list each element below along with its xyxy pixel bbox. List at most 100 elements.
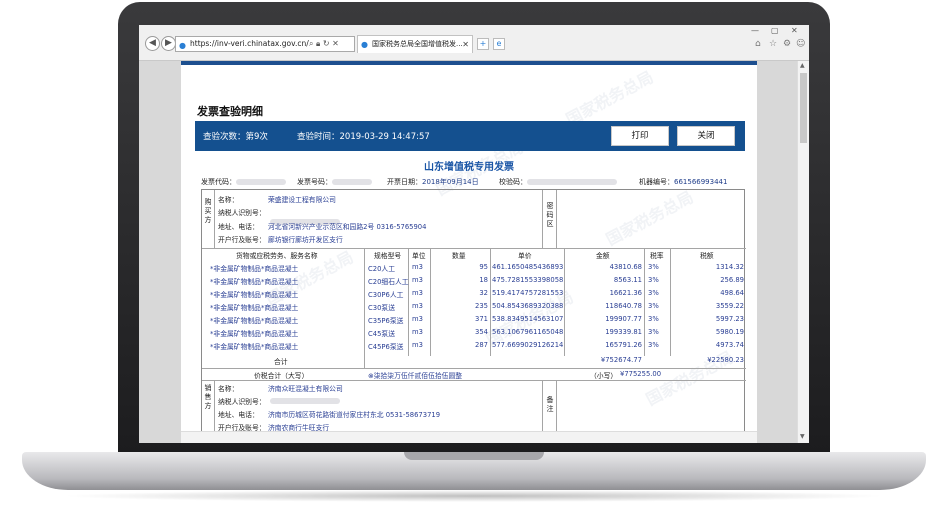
buyer-bank: 廊坊银行廊坊开发区支行 xyxy=(268,236,343,244)
cell-rate: 3% xyxy=(648,341,659,349)
forward-arrow-icon: ▶ xyxy=(165,38,172,48)
cell-unit: m3 xyxy=(412,289,423,297)
check-time: 查验时间：2019-03-29 14:47:57 xyxy=(297,132,430,142)
cell-amount: 199339.81 xyxy=(605,328,642,336)
grid-line xyxy=(214,380,215,431)
close-button[interactable]: 关闭 xyxy=(677,126,735,146)
cell-tax: 498.64 xyxy=(720,289,744,297)
refresh-icon[interactable]: ↻ xyxy=(323,39,330,48)
grid-line xyxy=(214,190,215,248)
redacted-value xyxy=(527,179,617,185)
buyer-bank-label: 开户行及账号： xyxy=(218,236,266,244)
ie-icon-button[interactable]: e xyxy=(493,38,505,50)
cell-tax: 3559.22 xyxy=(715,302,744,310)
maximize-icon[interactable]: ▢ xyxy=(771,26,779,35)
lock-icon[interactable]: 🔒︎ xyxy=(316,39,320,48)
machine-number-label: 机器编号： xyxy=(639,178,674,186)
total-label: 价税合计（大写） xyxy=(254,372,309,380)
cell-unit: m3 xyxy=(412,302,423,310)
cell-name: *非金属矿物制品*商品混凝土 xyxy=(210,317,299,325)
seller-bank: 济南农商行牛旺支行 xyxy=(268,424,330,431)
cell-price: 475.7281553398058 xyxy=(492,276,564,284)
settings-gear-icon[interactable]: ⚙ xyxy=(783,39,791,49)
redacted-value xyxy=(332,179,372,185)
cell-spec: C30泵送 xyxy=(368,304,395,312)
scroll-up-icon[interactable]: ▲ xyxy=(800,62,805,69)
cell-spec: C35P6泵送 xyxy=(368,317,404,325)
invoice-title: 山东增值税专用发票 xyxy=(424,162,514,173)
new-tab-icon: + xyxy=(479,39,487,48)
browser-tab[interactable]: ● 国家税务总局全国增值税发... ✕ xyxy=(357,35,473,53)
forward-button[interactable]: ▶ xyxy=(161,36,176,51)
cell-amount: 118640.78 xyxy=(605,302,642,310)
buyer-address: 河北省河新兴产业示范区和园路2号 0316-5765904 xyxy=(268,223,427,231)
cell-rate: 3% xyxy=(648,302,659,310)
minimize-icon[interactable]: — xyxy=(751,26,759,35)
window-close-icon[interactable]: ✕ xyxy=(791,26,798,35)
seller-name: 济南众旺混凝土有限公司 xyxy=(268,385,343,393)
table-row: *非金属矿物制品*商品混凝土 C35P6泵送 m3 371 538.8349514563… xyxy=(202,314,746,326)
cell-rate: 3% xyxy=(648,263,659,271)
seller-address: 济南市历城区荷花路街道付家庄村东北 0531-58673719 xyxy=(268,411,441,419)
close-icon[interactable]: ✕ xyxy=(332,39,339,48)
address-url: https://inv-veri.chinatax.gov.cn/ xyxy=(190,39,309,48)
cell-spec: C20细石人工 xyxy=(368,278,409,286)
horizontal-scrollbar[interactable] xyxy=(181,431,757,443)
cell-qty: 287 xyxy=(475,341,488,349)
tab-site-icon: ● xyxy=(361,40,368,49)
cell-unit: m3 xyxy=(412,341,423,349)
cell-qty: 18 xyxy=(479,276,488,284)
cell-tax: 5997.23 xyxy=(715,315,744,323)
col-rate: 税率 xyxy=(650,252,664,260)
grid-line xyxy=(202,368,746,369)
tab-close-icon[interactable]: ✕ xyxy=(462,36,469,53)
grid-line xyxy=(556,190,557,248)
grid-line xyxy=(202,248,746,249)
search-icon[interactable]: ⌕ xyxy=(309,39,313,48)
cell-qty: 95 xyxy=(479,263,488,271)
cell-name: *非金属矿物制品*商品混凝土 xyxy=(210,291,299,299)
cell-unit: m3 xyxy=(412,315,423,323)
col-tax: 税额 xyxy=(700,252,714,260)
cell-name: *非金属矿物制品*商品混凝土 xyxy=(210,265,299,273)
table-row: *非金属矿物制品*商品混凝土 C30泵送 m3 235 504.854368932038… xyxy=(202,301,746,313)
cell-name: *非金属矿物制品*商品混凝土 xyxy=(210,330,299,338)
col-amount: 金额 xyxy=(596,252,610,260)
cell-rate: 3% xyxy=(648,276,659,284)
home-icon[interactable]: ⌂ xyxy=(755,39,761,49)
redacted-value xyxy=(236,179,286,185)
scroll-thumb[interactable] xyxy=(800,73,807,143)
print-button[interactable]: 打印 xyxy=(611,126,669,146)
cell-amount: 43810.68 xyxy=(609,263,642,271)
favorites-icon[interactable]: ☆ xyxy=(769,39,777,49)
cell-qty: 32 xyxy=(479,289,488,297)
ie-logo-icon: e xyxy=(496,39,502,48)
dialog-title: 发票查验明细 xyxy=(197,105,263,118)
cell-price: 519.4174757281553 xyxy=(492,289,564,297)
feedback-icon[interactable]: ☺ xyxy=(796,39,805,49)
col-name: 货物或应税劳务、服务名称 xyxy=(236,252,318,260)
buyer-address-label: 地址、电话： xyxy=(218,223,259,231)
seller-name-label: 名称： xyxy=(218,385,239,393)
grid-line xyxy=(542,190,543,248)
cell-price: 461.1650485436893 xyxy=(492,263,564,271)
scroll-down-icon[interactable]: ▼ xyxy=(800,433,805,440)
back-button[interactable]: ◀ xyxy=(145,36,160,51)
table-row: *非金属矿物制品*商品混凝土 C20细石人工 m3 18 475.72815533980… xyxy=(202,275,746,287)
new-tab-button[interactable]: + xyxy=(477,38,489,50)
vertical-scrollbar[interactable]: ▲ ▼ xyxy=(797,61,809,443)
cell-name: *非金属矿物制品*商品混凝土 xyxy=(210,343,299,351)
buyer-name: 荣盛建设工程有限公司 xyxy=(268,196,336,204)
back-arrow-icon: ◀ xyxy=(149,38,156,48)
invoice-number-label: 发票号码： xyxy=(297,178,332,186)
invoice-code: 发票代码： xyxy=(201,177,286,187)
subtotal-amount: ¥752674.77 xyxy=(600,356,642,364)
tab-title: 国家税务总局全国增值税发... xyxy=(372,40,463,48)
seller-address-label: 地址、电话： xyxy=(218,411,259,419)
cell-price: 563.1067961165048 xyxy=(492,328,564,336)
cell-unit: m3 xyxy=(412,328,423,336)
buyer-taxid-label: 纳税人识别号： xyxy=(218,209,266,217)
secret-zone-label: 密码区 xyxy=(546,202,554,228)
invoice-date-value: 2018年09月14日 xyxy=(422,178,479,186)
col-qty: 数量 xyxy=(452,252,466,260)
